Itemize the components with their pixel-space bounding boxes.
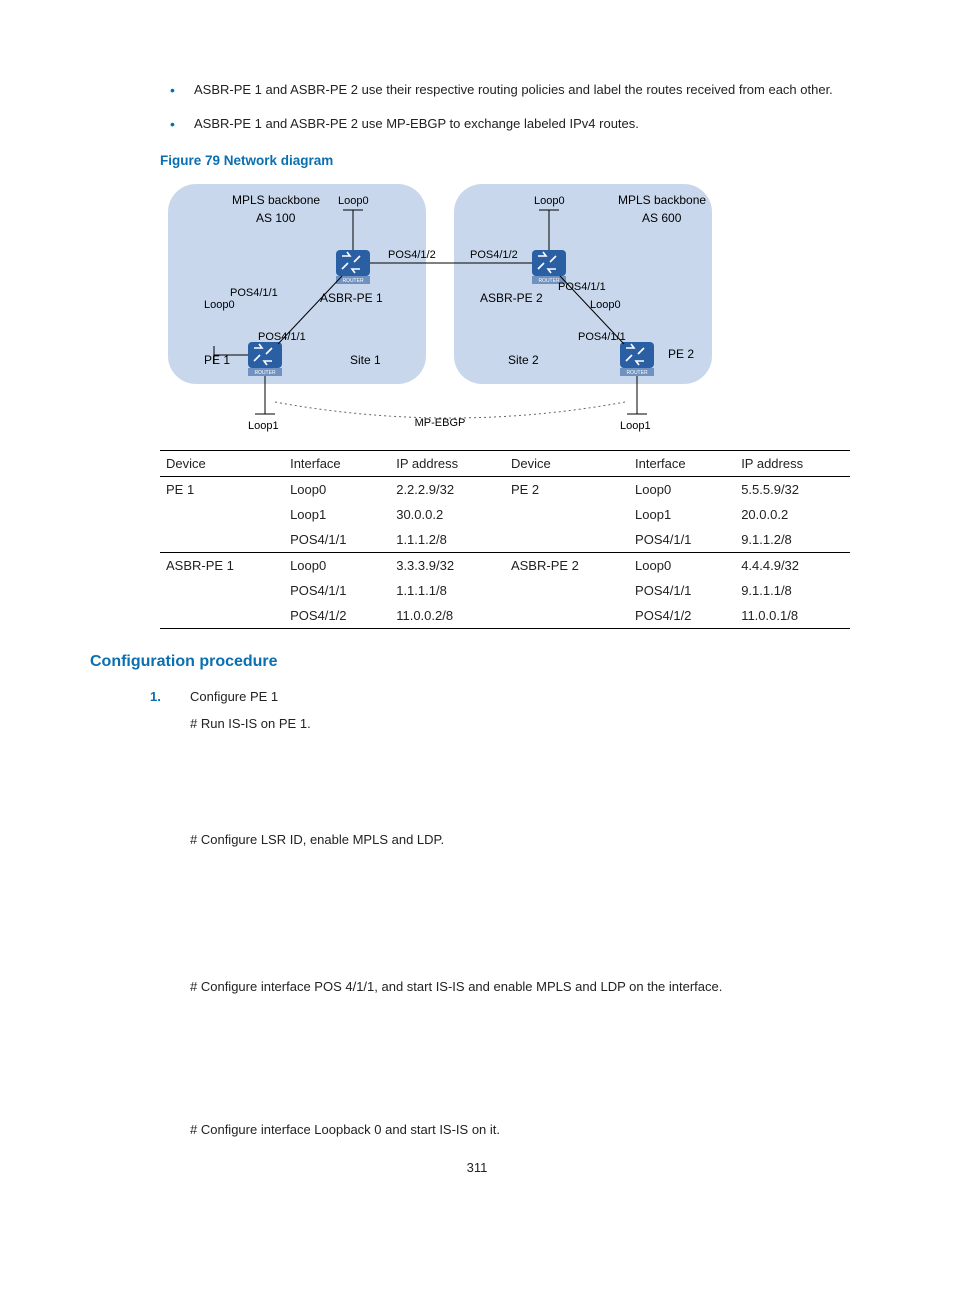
table-cell: Loop0 (629, 477, 735, 503)
as-right: AS 600 (642, 211, 682, 225)
table-cell: 11.0.0.2/8 (390, 603, 505, 629)
table-cell (505, 502, 629, 527)
col-interface: Interface (284, 451, 390, 477)
table-cell: 1.1.1.1/8 (390, 578, 505, 603)
col-device: Device (160, 451, 284, 477)
loop1-label: Loop1 (620, 420, 651, 432)
col-ip: IP address (390, 451, 505, 477)
table-cell (505, 578, 629, 603)
feature-bullet-list: ASBR-PE 1 and ASBR-PE 2 use their respec… (90, 80, 864, 133)
table-cell: 9.1.1.2/8 (735, 527, 850, 553)
table-cell (160, 603, 284, 629)
config-procedure-heading: Configuration procedure (90, 653, 864, 671)
bullet-item: ASBR-PE 1 and ASBR-PE 2 use MP-EBGP to e… (170, 114, 864, 134)
pe1-label: PE 1 (204, 353, 230, 367)
step-line: # Configure LSR ID, enable MPLS and LDP. (190, 828, 864, 853)
table-cell: Loop1 (284, 502, 390, 527)
pos411-label: POS4/1/1 (258, 331, 306, 343)
loop0-label: Loop0 (534, 195, 565, 207)
table-cell: Loop1 (629, 502, 735, 527)
col-device2: Device (505, 451, 629, 477)
pos411-label: POS4/1/1 (230, 287, 278, 299)
pe1-router-icon: ROUTER (248, 342, 282, 376)
network-diagram-svg: MPLS backbone AS 100 MPLS backbone AS 60… (160, 174, 720, 434)
step-line: # Run IS-IS on PE 1. (190, 712, 864, 737)
table-cell: PE 2 (505, 477, 629, 503)
router-label: ROUTER (626, 370, 648, 376)
network-diagram: MPLS backbone AS 100 MPLS backbone AS 60… (160, 174, 864, 434)
asbr-pe1-router-icon: ROUTER (336, 250, 370, 284)
table-cell: 30.0.0.2 (390, 502, 505, 527)
table-cell: 4.4.4.9/32 (735, 553, 850, 579)
router-label: ROUTER (538, 278, 560, 284)
table-cell: ASBR-PE 2 (505, 553, 629, 579)
table-cell (160, 578, 284, 603)
site2-label: Site 2 (508, 353, 539, 367)
step-title: Configure PE 1 (190, 685, 864, 710)
table-cell (160, 527, 284, 553)
asbr-pe2-router-icon: ROUTER (532, 250, 566, 284)
address-table: Device Interface IP address Device Inter… (160, 450, 850, 629)
table-row: POS4/1/11.1.1.1/8POS4/1/19.1.1.1/8 (160, 578, 850, 603)
site1-label: Site 1 (350, 353, 381, 367)
asbr-pe2-label: ASBR-PE 2 (480, 291, 543, 305)
loop0-label: Loop0 (338, 195, 369, 207)
table-cell (505, 527, 629, 553)
col-ip2: IP address (735, 451, 850, 477)
table-cell: POS4/1/1 (629, 527, 735, 553)
table-cell: 1.1.1.2/8 (390, 527, 505, 553)
mpls-backbone-right: MPLS backbone (618, 193, 706, 207)
pos412-label: POS4/1/2 (470, 249, 518, 261)
step-number: 1. (150, 685, 161, 710)
table-row: POS4/1/11.1.1.2/8POS4/1/19.1.1.2/8 (160, 527, 850, 553)
pos411-label: POS4/1/1 (558, 281, 606, 293)
table-row: POS4/1/211.0.0.2/8POS4/1/211.0.0.1/8 (160, 603, 850, 629)
table-cell (160, 502, 284, 527)
loop0-label: Loop0 (590, 299, 621, 311)
table-cell: Loop0 (629, 553, 735, 579)
as-left: AS 100 (256, 211, 296, 225)
table-cell: 2.2.2.9/32 (390, 477, 505, 503)
col-interface2: Interface (629, 451, 735, 477)
figure-title: Figure 79 Network diagram (160, 153, 864, 168)
mpebgp-label: MP-EBGP (415, 417, 466, 429)
table-cell: POS4/1/1 (284, 578, 390, 603)
table-cell: POS4/1/1 (284, 527, 390, 553)
pe2-label: PE 2 (668, 347, 694, 361)
bullet-text: ASBR-PE 1 and ASBR-PE 2 use their respec… (194, 82, 833, 97)
table-cell: PE 1 (160, 477, 284, 503)
table-cell: 3.3.3.9/32 (390, 553, 505, 579)
loop1-label: Loop1 (248, 420, 279, 432)
page-number: 311 (90, 1160, 864, 1175)
mpls-backbone-left: MPLS backbone (232, 193, 320, 207)
step-1: 1. Configure PE 1 # Run IS-IS on PE 1. #… (150, 685, 864, 1142)
bullet-text: ASBR-PE 1 and ASBR-PE 2 use MP-EBGP to e… (194, 116, 639, 131)
table-header-row: Device Interface IP address Device Inter… (160, 451, 850, 477)
table-row: PE 1Loop02.2.2.9/32PE 2Loop05.5.5.9/32 (160, 477, 850, 503)
table-cell: POS4/1/2 (284, 603, 390, 629)
table-cell: 5.5.5.9/32 (735, 477, 850, 503)
bullet-item: ASBR-PE 1 and ASBR-PE 2 use their respec… (170, 80, 864, 100)
router-label: ROUTER (342, 278, 364, 284)
table-cell: ASBR-PE 1 (160, 553, 284, 579)
table-cell (505, 603, 629, 629)
table-cell: 11.0.0.1/8 (735, 603, 850, 629)
step-line: # Configure interface Loopback 0 and sta… (190, 1118, 864, 1143)
step-line: # Configure interface POS 4/1/1, and sta… (190, 975, 864, 1000)
table-cell: Loop0 (284, 477, 390, 503)
table-cell: Loop0 (284, 553, 390, 579)
pos412-label: POS4/1/2 (388, 249, 436, 261)
table-cell: POS4/1/2 (629, 603, 735, 629)
table-row: Loop130.0.0.2Loop120.0.0.2 (160, 502, 850, 527)
loop0-label: Loop0 (204, 299, 235, 311)
table-cell: POS4/1/1 (629, 578, 735, 603)
table-cell: 9.1.1.1/8 (735, 578, 850, 603)
asbr-pe1-label: ASBR-PE 1 (320, 291, 383, 305)
pe2-router-icon: ROUTER (620, 342, 654, 376)
table-row: ASBR-PE 1Loop03.3.3.9/32ASBR-PE 2Loop04.… (160, 553, 850, 579)
table-cell: 20.0.0.2 (735, 502, 850, 527)
pos411-label: POS4/1/1 (578, 331, 626, 343)
router-label: ROUTER (254, 370, 276, 376)
